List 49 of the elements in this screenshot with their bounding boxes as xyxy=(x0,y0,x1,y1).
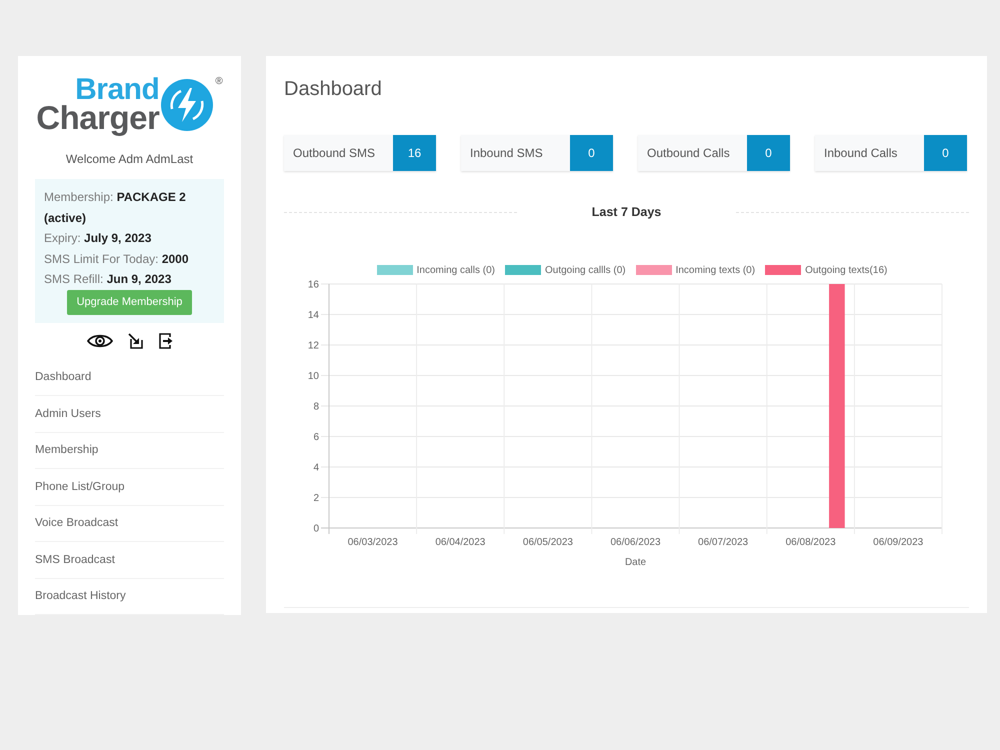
stat-label: Inbound SMS xyxy=(469,145,544,162)
stat-value: 0 xyxy=(570,135,613,171)
legend-label: Outgoing texts(16) xyxy=(805,264,888,276)
axis-tick-label: 06/09/2023 xyxy=(873,537,924,548)
nav-item[interactable]: Broadcast History xyxy=(35,578,224,615)
stat-value: 0 xyxy=(747,135,790,171)
axis-tick-label: 6 xyxy=(313,432,319,443)
axis-tick-label: 16 xyxy=(308,280,319,290)
axis-tick-label: 06/03/2023 xyxy=(348,537,398,548)
legend-label: Incoming texts (0) xyxy=(676,264,756,276)
membership-info-line: Expiry: July 9, 2023 xyxy=(44,230,152,247)
legend-label: Incoming calls (0) xyxy=(416,264,495,276)
stat-label: Outbound Calls xyxy=(646,145,731,162)
axis-tick-label: 06/08/2023 xyxy=(786,537,836,548)
membership-info-line: Membership: PACKAGE 2 (active) xyxy=(44,189,187,226)
nav-item[interactable]: Membership xyxy=(35,432,224,469)
logout-icon[interactable] xyxy=(158,332,172,348)
legend-label: Outgoing callls (0) xyxy=(545,264,626,276)
axis-tick-label: 12 xyxy=(308,340,319,352)
logo-text: Brand xyxy=(75,76,160,103)
axis-tick-label: 06/06/2023 xyxy=(610,537,661,548)
axis-tick-label: 14 xyxy=(308,310,319,321)
welcome-text: Welcome Adm AdmLast xyxy=(64,151,194,167)
axis-tick-label: 8 xyxy=(313,402,319,412)
stat-label: Inbound Calls xyxy=(823,145,898,162)
nav-item[interactable]: Voice Broadcast xyxy=(35,506,224,542)
nav-item[interactable]: Admin Users xyxy=(35,396,224,432)
nav-item[interactable]: Phone List/Group xyxy=(35,469,224,506)
membership-info-line: SMS Limit For Today: 2000 xyxy=(44,250,190,268)
membership-info-line: SMS Refill: Jun 9, 2023 xyxy=(44,271,172,288)
lightning-logo-icon xyxy=(161,78,214,130)
stat-value: 16 xyxy=(393,135,436,171)
nav-item[interactable]: Dashboard xyxy=(35,360,224,396)
axis-tick-label: 06/04/2023 xyxy=(435,537,486,548)
axis-tick-label: 2 xyxy=(313,493,319,504)
section-title: Last 7 Days xyxy=(592,205,662,219)
page-title: Dashboard xyxy=(284,77,383,101)
axis-title: Date xyxy=(624,557,646,568)
axis-tick-label: 4 xyxy=(313,462,319,474)
registered-mark: ® xyxy=(215,76,223,88)
axis-tick-label: 06/05/2023 xyxy=(522,537,573,548)
diagonal-arrow-box-icon[interactable] xyxy=(128,332,144,348)
axis-tick-label: 06/07/2023 xyxy=(698,537,748,548)
stat-label: Outbound SMS xyxy=(292,145,376,162)
stat-value: 0 xyxy=(924,135,967,171)
axis-tick-label: 0 xyxy=(313,524,319,534)
nav-item[interactable]: SMS Broadcast xyxy=(35,542,224,578)
eye-icon[interactable] xyxy=(86,332,112,348)
axis-tick-label: 10 xyxy=(308,371,319,382)
